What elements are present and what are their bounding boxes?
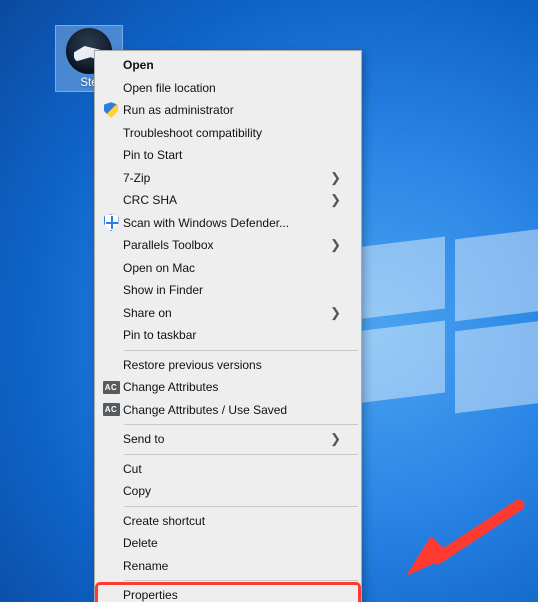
menu-item-label: Troubleshoot compatibility (123, 126, 329, 140)
menu-item-label: Copy (123, 484, 329, 498)
menu-icon-spacer (99, 169, 123, 187)
menu-item-change-attr-saved[interactable]: ACChange Attributes / Use Saved (97, 399, 359, 422)
annotation-arrow (407, 497, 527, 577)
menu-icon-spacer (99, 512, 123, 530)
menu-icon-spacer (99, 460, 123, 478)
chevron-right-icon: ❯ (329, 431, 341, 447)
menu-icon-spacer (99, 124, 123, 142)
menu-item-label: 7-Zip (123, 171, 329, 185)
menu-item-change-attr[interactable]: ACChange Attributes (97, 376, 359, 399)
menu-item-defender[interactable]: Scan with Windows Defender... (97, 212, 359, 235)
menu-separator (124, 424, 358, 425)
menu-item-restore-versions[interactable]: Restore previous versions (97, 354, 359, 377)
menu-item-troubleshoot[interactable]: Troubleshoot compatibility (97, 122, 359, 145)
menu-separator (124, 350, 358, 351)
menu-separator (124, 454, 358, 455)
menu-separator (124, 506, 358, 507)
context-menu: Open Open file location Run as administrat… (94, 50, 362, 602)
menu-icon-spacer (99, 586, 123, 602)
menu-item-label: Open file location (123, 81, 329, 95)
menu-item-properties[interactable]: Properties (97, 584, 359, 602)
menu-item-cut[interactable]: Cut (97, 458, 359, 481)
defender-shield-icon (99, 214, 123, 232)
menu-item-7zip[interactable]: 7-Zip❯ (97, 167, 359, 190)
chevron-right-icon: ❯ (329, 237, 341, 253)
chevron-right-icon: ❯ (329, 192, 341, 208)
menu-icon-spacer (99, 326, 123, 344)
menu-icon-spacer (99, 430, 123, 448)
menu-item-show-finder[interactable]: Show in Finder (97, 279, 359, 302)
menu-item-create-shortcut[interactable]: Create shortcut (97, 510, 359, 533)
menu-item-label: Properties (123, 588, 329, 602)
menu-item-label: Change Attributes / Use Saved (123, 403, 329, 417)
menu-item-copy[interactable]: Copy (97, 480, 359, 503)
chevron-right-icon: ❯ (329, 305, 341, 321)
menu-item-pin-taskbar[interactable]: Pin to taskbar (97, 324, 359, 347)
menu-icon-spacer (99, 191, 123, 209)
menu-item-label: Rename (123, 559, 329, 573)
menu-item-label: Scan with Windows Defender... (123, 216, 329, 230)
attribute-changer-icon: AC (99, 378, 123, 396)
menu-item-label: Show in Finder (123, 283, 329, 297)
menu-icon-spacer (99, 304, 123, 322)
uac-shield-icon (99, 101, 123, 119)
menu-icon-spacer (99, 482, 123, 500)
menu-icon-spacer (99, 79, 123, 97)
menu-icon-spacer (99, 534, 123, 552)
menu-item-share-on[interactable]: Share on❯ (97, 302, 359, 325)
menu-item-label: Cut (123, 462, 329, 476)
attribute-changer-icon: AC (99, 401, 123, 419)
menu-icon-spacer (99, 281, 123, 299)
menu-item-label: Pin to taskbar (123, 328, 329, 342)
menu-item-label: Run as administrator (123, 103, 329, 117)
menu-item-rename[interactable]: Rename (97, 555, 359, 578)
menu-separator (124, 580, 358, 581)
menu-item-delete[interactable]: Delete (97, 532, 359, 555)
menu-icon-spacer (99, 259, 123, 277)
menu-item-crc-sha[interactable]: CRC SHA❯ (97, 189, 359, 212)
menu-item-open-file-location[interactable]: Open file location (97, 77, 359, 100)
menu-item-label: Change Attributes (123, 380, 329, 394)
desktop-wallpaper: Ste OpenOpen file locationRun as adminis… (0, 0, 538, 602)
menu-item-send-to[interactable]: Send to❯ (97, 428, 359, 451)
menu-item-pin-start[interactable]: Pin to Start (97, 144, 359, 167)
menu-icon-spacer (99, 236, 123, 254)
menu-item-open-mac[interactable]: Open on Mac (97, 257, 359, 280)
menu-item-label: Create shortcut (123, 514, 329, 528)
menu-item-run-as-admin[interactable]: Run as administrator (97, 99, 359, 122)
menu-item-label: Restore previous versions (123, 358, 329, 372)
menu-item-label: Open (123, 58, 329, 72)
menu-item-label: Delete (123, 536, 329, 550)
menu-item-label: Send to (123, 432, 329, 446)
menu-item-label: Pin to Start (123, 148, 329, 162)
menu-icon-spacer (99, 356, 123, 374)
menu-item-label: Parallels Toolbox (123, 238, 329, 252)
menu-item-open[interactable]: Open (97, 54, 359, 77)
menu-item-parallels[interactable]: Parallels Toolbox❯ (97, 234, 359, 257)
menu-item-label: Share on (123, 306, 329, 320)
windows-logo-wallpaper (355, 234, 538, 404)
menu-icon-spacer (99, 56, 123, 74)
menu-item-label: CRC SHA (123, 193, 329, 207)
menu-item-label: Open on Mac (123, 261, 329, 275)
chevron-right-icon: ❯ (329, 170, 341, 186)
menu-icon-spacer (99, 557, 123, 575)
menu-icon-spacer (99, 146, 123, 164)
